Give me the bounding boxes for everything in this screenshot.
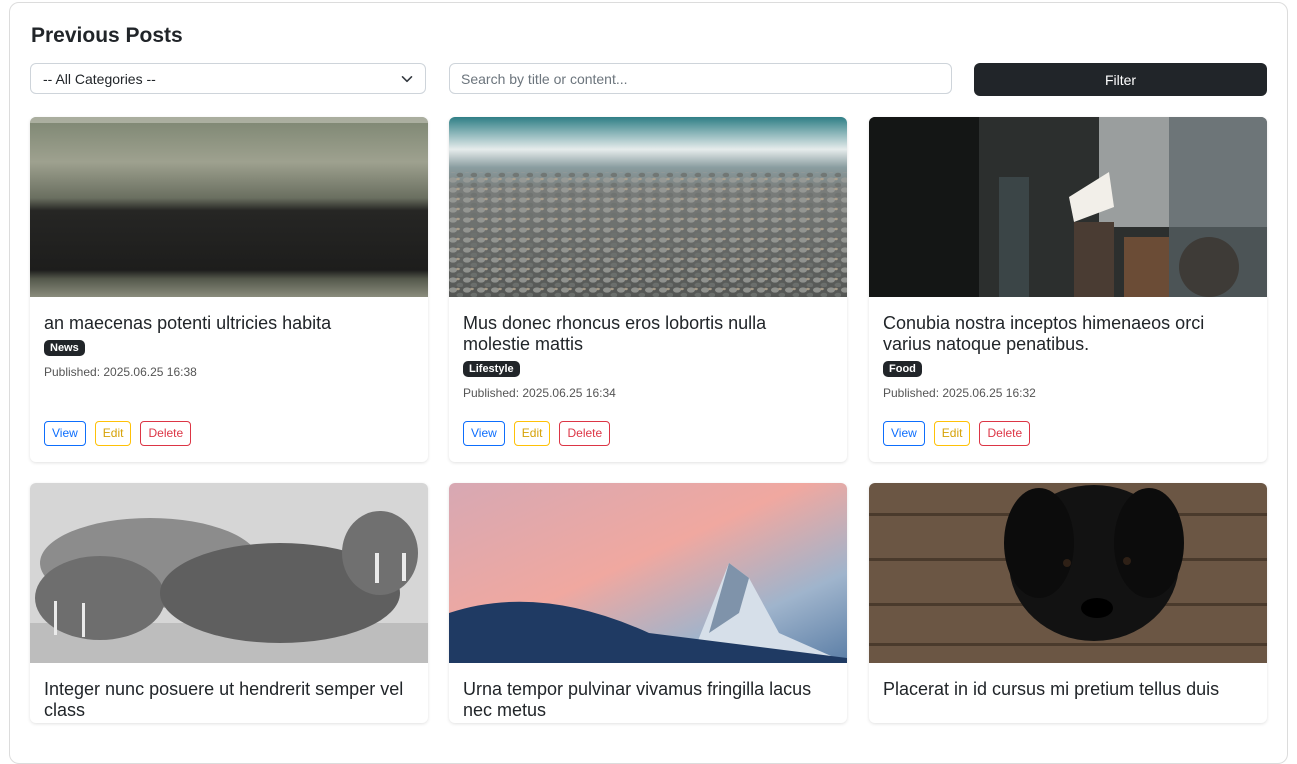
post-actions: View Edit Delete xyxy=(44,421,200,446)
view-button[interactable]: View xyxy=(44,421,86,446)
post-actions: View Edit Delete xyxy=(883,421,1039,446)
post-image[interactable] xyxy=(869,117,1267,297)
category-select-value: -- All Categories -- xyxy=(43,71,156,87)
delete-button[interactable]: Delete xyxy=(979,421,1031,446)
chevron-down-icon xyxy=(401,76,413,83)
published-date: Published: 2025.06.25 16:32 xyxy=(883,386,1036,400)
post-title[interactable]: Integer nunc posuere ut hendrerit semper… xyxy=(44,679,414,721)
view-button[interactable]: View xyxy=(463,421,505,446)
post-title[interactable]: an maecenas potenti ultricies habita xyxy=(44,313,414,334)
edit-button[interactable]: Edit xyxy=(94,421,132,446)
post-title[interactable]: Urna tempor pulvinar vivamus fringilla l… xyxy=(463,679,833,721)
post-card: Conubia nostra inceptos himenaeos orci v… xyxy=(869,117,1267,462)
post-image[interactable] xyxy=(30,117,428,297)
edit-button[interactable]: Edit xyxy=(513,421,551,446)
published-date: Published: 2025.06.25 16:38 xyxy=(44,365,197,379)
search-input[interactable] xyxy=(449,63,952,94)
edit-button[interactable]: Edit xyxy=(933,421,971,446)
post-card: Integer nunc posuere ut hendrerit semper… xyxy=(30,483,428,723)
post-title[interactable]: Conubia nostra inceptos himenaeos orci v… xyxy=(883,313,1253,355)
post-image[interactable] xyxy=(869,483,1267,663)
category-badge: Food xyxy=(883,361,922,377)
category-badge: News xyxy=(44,340,85,356)
post-card: Urna tempor pulvinar vivamus fringilla l… xyxy=(449,483,847,723)
post-title[interactable]: Placerat in id cursus mi pretium tellus … xyxy=(883,679,1253,700)
delete-button[interactable]: Delete xyxy=(559,421,611,446)
category-badge: Lifestyle xyxy=(463,361,520,377)
published-date: Published: 2025.06.25 16:34 xyxy=(463,386,616,400)
delete-button[interactable]: Delete xyxy=(140,421,192,446)
post-image[interactable] xyxy=(449,483,847,663)
post-image[interactable] xyxy=(449,117,847,297)
category-select[interactable]: -- All Categories -- xyxy=(30,63,426,94)
post-card: Mus donec rhoncus eros lobortis nulla mo… xyxy=(449,117,847,462)
post-title[interactable]: Mus donec rhoncus eros lobortis nulla mo… xyxy=(463,313,833,355)
post-actions: View Edit Delete xyxy=(463,421,619,446)
post-image[interactable] xyxy=(30,483,428,663)
page-title: Previous Posts xyxy=(31,24,183,47)
filter-button[interactable]: Filter xyxy=(974,63,1267,96)
view-button[interactable]: View xyxy=(883,421,925,446)
post-card: an maecenas potenti ultricies habita New… xyxy=(30,117,428,462)
post-card: Placerat in id cursus mi pretium tellus … xyxy=(869,483,1267,723)
